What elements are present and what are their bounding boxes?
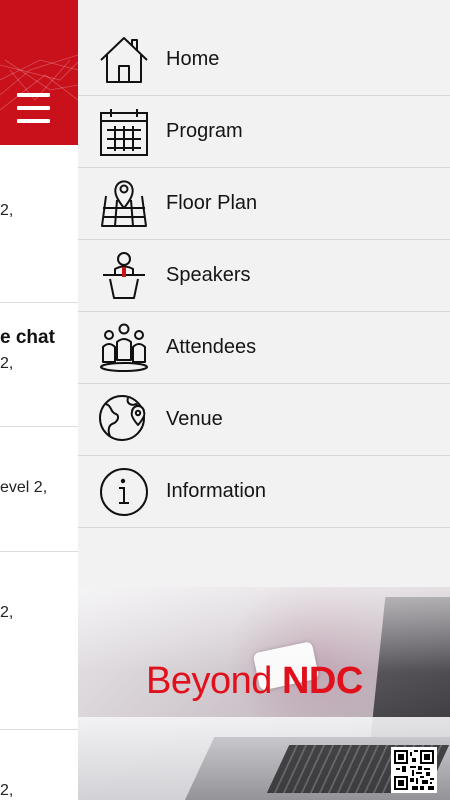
list-item[interactable]: e chat 2, <box>0 303 78 427</box>
background-list: 2, e chat 2, evel 2, 2, 2, <box>0 145 78 800</box>
menu-item-home[interactable]: Home <box>78 24 450 96</box>
home-icon <box>100 37 148 83</box>
info-icon <box>100 468 148 516</box>
menu-item-information[interactable]: Information <box>78 456 450 528</box>
menu-item-attendees[interactable]: Attendees <box>78 312 450 384</box>
menu-item-speakers[interactable]: Speakers <box>78 240 450 312</box>
globe-location-icon <box>99 395 146 441</box>
list-item[interactable]: 2, <box>0 552 78 730</box>
floor-plan-icon <box>101 180 147 227</box>
calendar-icon <box>100 109 148 156</box>
attendees-icon <box>100 323 148 372</box>
app-header <box>0 0 78 145</box>
banner-title: Beyond NDC <box>146 660 363 702</box>
navigation-drawer: Home Program Floor Plan Speakers Attende… <box>78 0 450 800</box>
menu-toggle-button[interactable] <box>17 93 51 127</box>
speaker-podium-icon <box>103 252 145 299</box>
qr-code-icon <box>391 747 437 793</box>
list-item[interactable]: 2, <box>0 730 78 800</box>
menu-item-floor-plan[interactable]: Floor Plan <box>78 168 450 240</box>
list-item[interactable]: evel 2, <box>0 427 78 552</box>
menu-item-venue[interactable]: Venue <box>78 384 450 456</box>
promo-banner[interactable]: Beyond NDC <box>78 587 450 800</box>
list-item[interactable]: 2, <box>0 145 78 303</box>
menu-item-program[interactable]: Program <box>78 96 450 168</box>
